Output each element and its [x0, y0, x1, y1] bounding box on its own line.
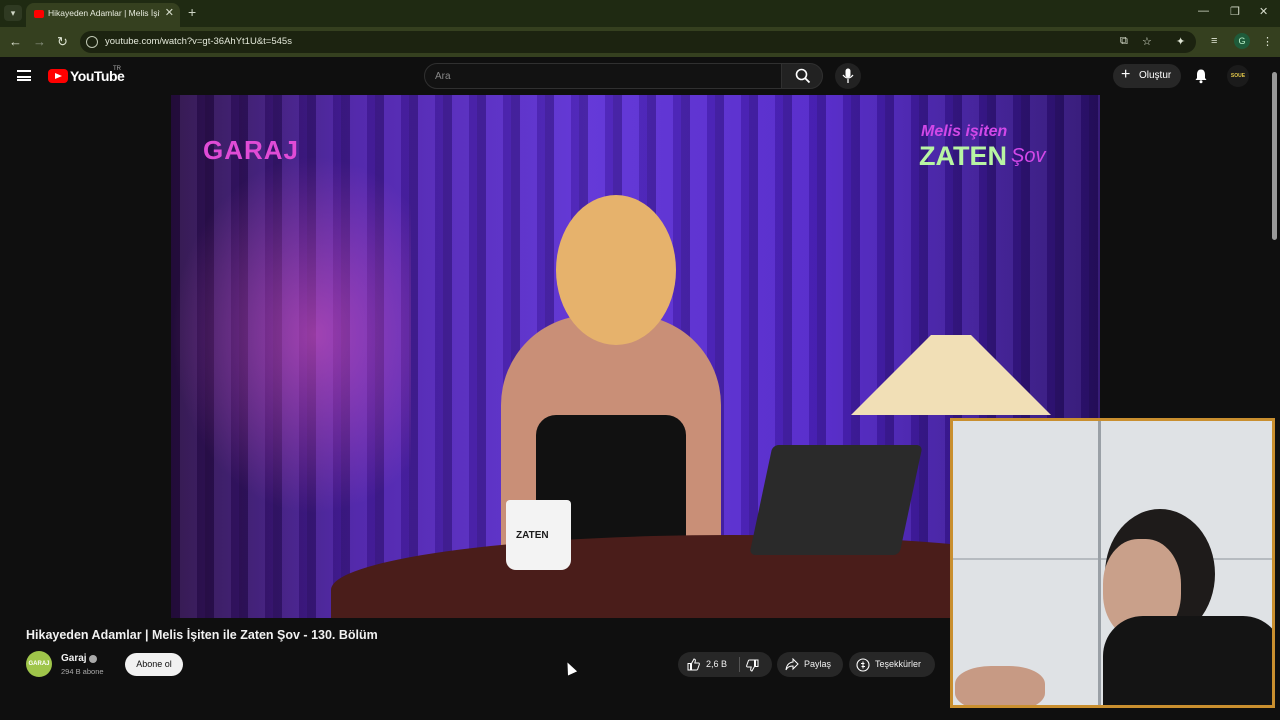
video-person-hair — [556, 195, 676, 345]
address-bar[interactable]: youtube.com/watch?v=gt-36AhYt1U&t=545s — [80, 31, 1196, 53]
voice-search-button[interactable] — [835, 63, 861, 89]
webcam-overlay — [950, 418, 1275, 708]
subscribe-button[interactable]: Abone ol — [125, 653, 183, 676]
hamburger-menu-icon[interactable] — [17, 70, 31, 81]
super-thanks-icon — [856, 658, 870, 672]
dislike-icon[interactable] — [746, 659, 759, 672]
search-icon — [795, 68, 811, 84]
tab-title: Hikayeden Adamlar | Melis İşiten — [48, 8, 160, 18]
url-text[interactable]: youtube.com/watch?v=gt-36AhYt1U&t=545s — [105, 36, 292, 47]
like-icon[interactable] — [687, 658, 700, 671]
install-app-icon[interactable]: ⧉ — [1120, 35, 1128, 48]
webcam-person-hand — [955, 666, 1045, 705]
video-mug: ZATEN — [506, 500, 571, 570]
search-input[interactable]: Ara — [424, 63, 782, 89]
like-count[interactable]: 2,6 B — [706, 652, 727, 677]
thanks-button[interactable]: Teşekkürler — [849, 652, 935, 677]
user-avatar[interactable]: SOUE — [1227, 65, 1249, 87]
video-palm-plant — [171, 155, 411, 515]
media-controls-icon[interactable]: ≡ — [1211, 35, 1217, 47]
show-logo-line1: Melis işiten — [921, 123, 1008, 140]
mouse-cursor-icon — [562, 660, 578, 676]
bookmark-star-icon[interactable]: ☆ — [1142, 35, 1152, 48]
subscriber-count: 294 B abone — [61, 667, 104, 676]
site-info-icon[interactable] — [86, 36, 98, 48]
create-label: Oluştur — [1139, 70, 1172, 81]
forward-icon[interactable]: → — [33, 34, 46, 49]
show-logo-line2: ZATEN — [919, 141, 1007, 171]
browser-profile-avatar[interactable]: G — [1234, 33, 1250, 49]
browser-toolbar: ← → ↻ youtube.com/watch?v=gt-36AhYt1U&t=… — [0, 27, 1280, 57]
like-divider — [739, 657, 740, 672]
microphone-icon — [842, 68, 854, 83]
mug-text: ZATEN — [516, 530, 549, 541]
browser-tab-active[interactable]: Hikayeden Adamlar | Melis İşiten ✕ — [26, 3, 180, 27]
verified-badge-icon — [89, 655, 97, 663]
create-button[interactable]: + Oluştur — [1113, 64, 1181, 88]
reload-icon[interactable]: ↻ — [57, 34, 68, 50]
webcam-person-shirt — [1103, 616, 1272, 705]
share-label: Paylaş — [804, 659, 832, 669]
back-icon[interactable]: ← — [9, 34, 22, 49]
page-scrollbar-thumb[interactable] — [1272, 72, 1277, 240]
channel-avatar[interactable]: GARAJ — [26, 651, 52, 677]
video-title: Hikayeden Adamlar | Melis İşiten ile Zat… — [26, 628, 378, 642]
like-dislike-group: 2,6 B — [678, 652, 772, 677]
channel-name[interactable]: Garaj — [61, 653, 87, 664]
video-tablet — [749, 445, 923, 555]
youtube-header: YouTube TR Ara + Oluştur SOUE — [0, 57, 1280, 95]
youtube-favicon-icon — [34, 10, 44, 18]
browser-tabstrip: ▾ Hikayeden Adamlar | Melis İşiten ✕ + —… — [0, 0, 1280, 27]
share-button[interactable]: Paylaş — [777, 652, 843, 677]
search-placeholder: Ara — [435, 71, 451, 82]
show-logo-line3: Şov — [1011, 145, 1046, 167]
new-tab-icon[interactable]: + — [188, 4, 196, 20]
window-close-icon[interactable]: ✕ — [1259, 5, 1268, 18]
notifications-bell-icon[interactable] — [1193, 68, 1209, 84]
tab-search-menu-icon[interactable]: ▾ — [4, 5, 22, 21]
extensions-icon[interactable]: ✦ — [1176, 35, 1185, 48]
browser-menu-icon[interactable]: ⋮ — [1262, 35, 1273, 48]
share-icon — [785, 658, 799, 671]
country-code: TR — [113, 66, 121, 72]
channel-watermark-logo: GARAJ — [203, 135, 300, 165]
thanks-label: Teşekkürler — [875, 659, 922, 669]
tab-close-icon[interactable]: ✕ — [165, 6, 174, 19]
restore-icon[interactable]: ❐ — [1230, 5, 1240, 18]
minimize-icon[interactable]: — — [1198, 5, 1209, 17]
youtube-logo-icon[interactable] — [48, 69, 68, 83]
search-button[interactable] — [781, 63, 823, 89]
plus-icon: + — [1121, 66, 1131, 83]
